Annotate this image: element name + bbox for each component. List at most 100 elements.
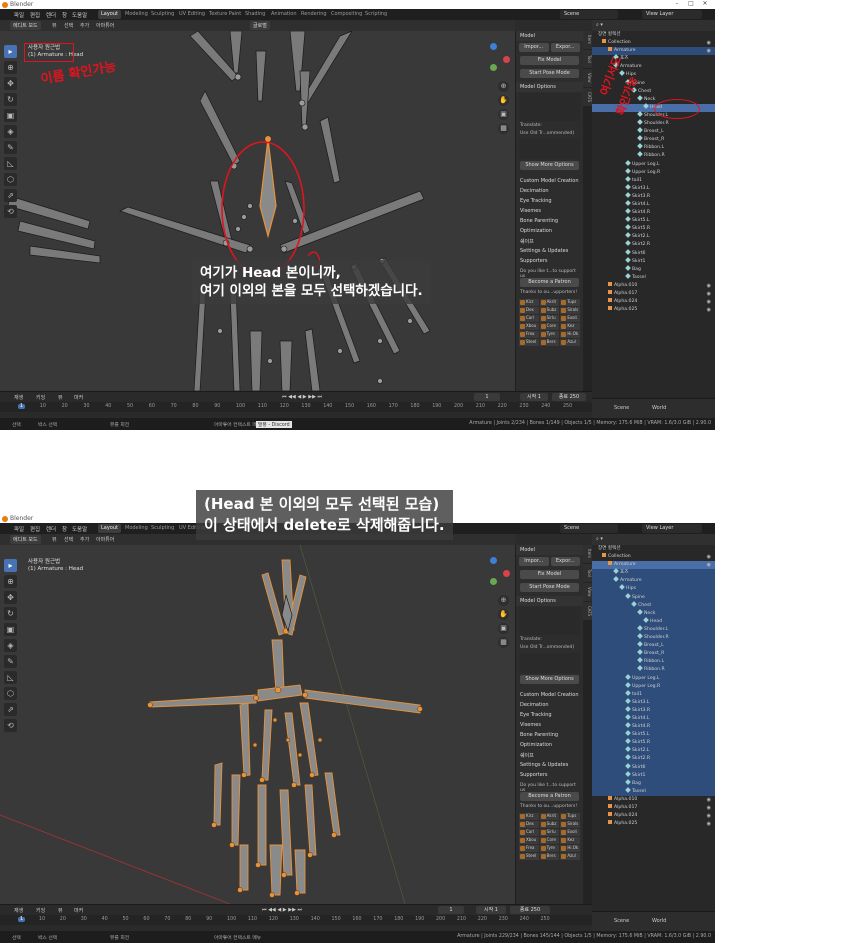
menu-view[interactable]: 뷰 (52, 22, 57, 29)
menu-add[interactable]: 추가 (80, 22, 89, 29)
props-scene-label[interactable]: Scene (614, 405, 629, 411)
keying-menu[interactable]: 키잉 (36, 394, 45, 401)
outliner-row[interactable]: Ribbon.L (592, 657, 715, 667)
menu-window[interactable]: 창 (62, 525, 67, 533)
outliner-row[interactable]: Alpha.024 ◉ (592, 298, 715, 306)
cursor-tool[interactable]: ⊕ (4, 61, 17, 74)
timeline-view-menu[interactable]: 뷰 (58, 907, 63, 914)
outliner-row[interactable]: Upper Leg.R (592, 681, 715, 691)
mode-selector[interactable]: 에디트 모드 (10, 21, 41, 30)
section-settings-updates[interactable]: Settings & Updates (516, 246, 583, 256)
model-section-header[interactable]: Model (516, 31, 583, 41)
bone-size-tool[interactable]: ⬡ (4, 687, 17, 700)
gizmo-x-icon[interactable] (503, 56, 510, 63)
model-options-header[interactable]: Model Options (516, 596, 583, 606)
menu-render[interactable]: 렌더 (46, 525, 56, 533)
outliner-row[interactable]: Tassel (592, 272, 715, 282)
outliner-row[interactable]: Skirt4.L (592, 714, 715, 724)
outliner-row[interactable]: Skirt4.R (592, 208, 715, 217)
outliner-row[interactable]: Alpha.010 ◉ (592, 795, 715, 804)
menu-armature[interactable]: 아마튜어 (96, 536, 114, 543)
tab-sculpting[interactable]: Sculpting (148, 10, 177, 19)
transform-tool[interactable]: ◈ (4, 639, 17, 652)
outliner-row[interactable]: Bag (592, 778, 715, 788)
gizmo-y-icon[interactable] (490, 578, 497, 585)
scene-selector[interactable]: Scene (560, 524, 618, 533)
frame-ruler[interactable]: 1 10 20 30 40 50 60 70 80 90 100 110 120 130 140 150 160… (0, 915, 592, 925)
outliner-row[interactable]: Skirt6 (592, 762, 715, 772)
outliner-row[interactable]: Neck (592, 608, 715, 618)
menu-render[interactable]: 렌더 (46, 11, 56, 19)
import-button[interactable]: Impor... (519, 43, 549, 52)
outliner-row[interactable]: Alpha.024 ◉ (592, 812, 715, 820)
section-custom-model[interactable]: Custom Model Creation (516, 690, 583, 700)
tab-tool[interactable]: Tool (583, 564, 592, 582)
props-world-label[interactable]: World (652, 918, 666, 924)
become-patron-button[interactable]: Become a Patron (520, 278, 579, 287)
transform-orientation[interactable]: 글로벌 (250, 21, 270, 30)
outliner-row[interactable]: Skirt5.R (592, 224, 715, 233)
playback-controls[interactable]: ⏮ ◀◀ ◀ ▶ ▶▶ ⏭ (262, 907, 302, 913)
tab-item[interactable]: Item (583, 31, 592, 49)
current-frame-field[interactable]: 1 (474, 393, 500, 401)
cursor-tool[interactable]: ⊕ (4, 575, 17, 588)
view-layer-selector[interactable]: View Layer (642, 524, 702, 533)
scene-selector[interactable]: Scene (560, 10, 618, 19)
gizmo-z-icon[interactable] (490, 43, 497, 50)
use-old-checkbox[interactable]: Use Old Tr...ommended) (516, 130, 583, 138)
gizmo-x-icon[interactable] (503, 570, 510, 577)
tab-uv-editing[interactable]: UV Editing (176, 10, 208, 19)
move-tool[interactable]: ✥ (4, 591, 17, 604)
outliner-row[interactable]: Skirt1 (592, 256, 715, 266)
tab-texture-paint[interactable]: Texture Paint (206, 10, 244, 19)
keying-menu[interactable]: 키잉 (36, 907, 45, 914)
section-visemes[interactable]: Visemes (516, 720, 583, 730)
model-options-header[interactable]: Model Options (516, 82, 583, 92)
outliner-row[interactable]: Skirt5.L (592, 216, 715, 225)
camera-icon[interactable]: ▣ (498, 623, 509, 634)
outliner-row[interactable]: Alpha.017 ◉ (592, 804, 715, 812)
tab-item[interactable]: Item (583, 545, 592, 563)
show-more-options-button[interactable]: Show More Options (520, 675, 579, 684)
section-decimation[interactable]: Decimation (516, 186, 583, 196)
section-supporters[interactable]: Supporters (516, 256, 583, 266)
section-settings-updates[interactable]: Settings & Updates (516, 760, 583, 770)
section-shapekey[interactable]: 쉐이프 (516, 750, 583, 760)
outliner-row[interactable]: Skirt3.L (592, 697, 715, 707)
outliner-row[interactable]: Bag (592, 264, 715, 274)
section-optimization[interactable]: Optimization (516, 740, 583, 750)
start-pose-mode-button[interactable]: Start Pose Mode (520, 69, 579, 78)
fix-model-button[interactable]: Fix Model (520, 56, 579, 65)
measure-tool[interactable]: ◺ (4, 157, 17, 170)
outliner-row[interactable]: Collection ◉ (592, 553, 715, 561)
menu-edit[interactable]: 편집 (30, 11, 40, 19)
end-frame-field[interactable]: 종료 250 (510, 906, 550, 914)
close-button[interactable]: ✕ (698, 0, 712, 9)
visibility-eye-icon[interactable]: ◉ (707, 298, 711, 306)
outliner-row[interactable]: Skirt2.L (592, 232, 715, 241)
gizmo-y-icon[interactable] (490, 64, 497, 71)
pan-hand-icon[interactable]: ✋ (498, 95, 509, 106)
outliner-row[interactable]: Tassel (592, 786, 715, 796)
export-button[interactable]: Expor... (550, 43, 580, 52)
outliner-row[interactable]: Ribbon.R (592, 151, 715, 160)
playback-controls[interactable]: ⏮ ◀◀ ◀ ▶ ▶▶ ⏭ (282, 394, 322, 400)
section-bone-parenting[interactable]: Bone Parenting (516, 216, 583, 226)
visibility-eye-icon[interactable]: ◉ (707, 804, 711, 812)
outliner-row[interactable]: Skirt5.L (592, 730, 715, 740)
visibility-eye-icon[interactable]: ◉ (707, 39, 711, 47)
outliner-row[interactable]: Collection ◉ (592, 39, 715, 47)
grid-icon[interactable]: ▦ (498, 123, 509, 134)
scale-tool[interactable]: ▣ (4, 623, 17, 636)
menu-edit[interactable]: 편집 (30, 525, 40, 533)
tab-compositing[interactable]: Compositing (328, 10, 365, 19)
move-tool[interactable]: ✥ (4, 77, 17, 90)
transform-tool[interactable]: ◈ (4, 125, 17, 138)
3d-viewport-2[interactable]: ▸ ⊕ ✥ ↻ ▣ ◈ ✎ ◺ ⬡ ⇗ ⟲ 사용자 원근법 (1) Armatu… (0, 545, 515, 904)
outliner-row[interactable]: Ribbon.L (592, 143, 715, 152)
measure-tool[interactable]: ◺ (4, 671, 17, 684)
import-button[interactable]: Impor... (519, 557, 549, 566)
start-frame-field[interactable]: 시작 1 (476, 906, 506, 914)
section-visemes[interactable]: Visemes (516, 206, 583, 216)
outliner-row[interactable]: Skirt4.L (592, 200, 715, 209)
